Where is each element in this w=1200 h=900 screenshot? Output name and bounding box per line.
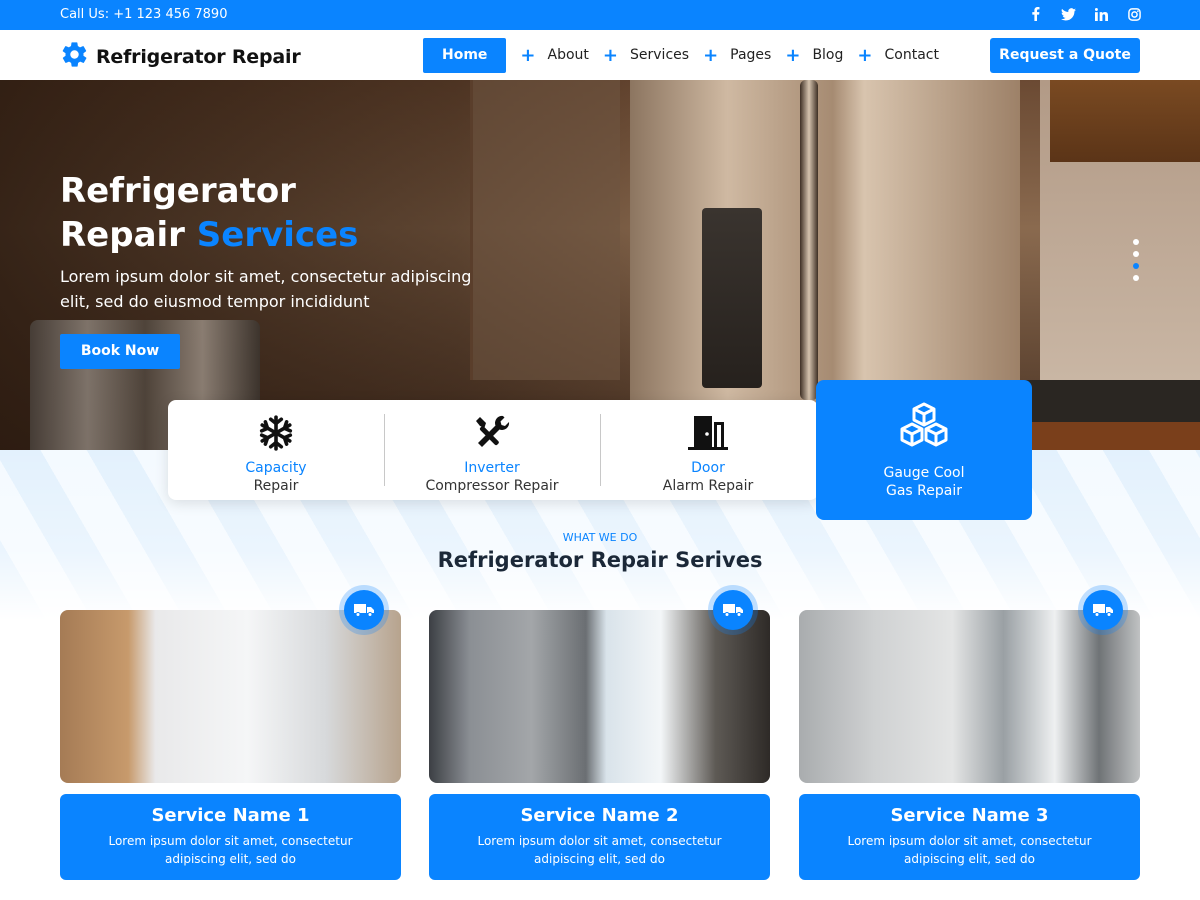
service-image[interactable] — [60, 610, 401, 783]
service-info[interactable]: Service Name 2 Lorem ipsum dolor sit ame… — [429, 794, 770, 880]
feature-line1: Inverter — [464, 460, 520, 476]
tools-icon — [384, 414, 600, 452]
social-links — [1027, 6, 1142, 22]
request-quote-button[interactable]: Request a Quote — [990, 38, 1140, 73]
feature-line1: Door — [691, 460, 725, 476]
feature-line1: Capacity — [245, 460, 307, 476]
service-card: Service Name 3 Lorem ipsum dolor sit ame… — [799, 590, 1140, 880]
nav-blog[interactable]: Blog — [812, 38, 843, 73]
feature-inverter-compressor-repair[interactable]: Inverter Compressor Repair — [384, 400, 600, 500]
brand-name: Refrigerator Repair — [96, 45, 301, 68]
site-logo[interactable]: Refrigerator Repair — [60, 40, 301, 73]
feature-line2: Alarm Repair — [662, 478, 754, 494]
slider-dots — [1133, 239, 1139, 281]
feature-line2: Compressor Repair — [425, 478, 559, 494]
nav-about[interactable]: About — [548, 38, 589, 73]
instagram-icon[interactable] — [1126, 6, 1142, 22]
nav-services[interactable]: Services — [630, 38, 689, 73]
service-description: Lorem ipsum dolor sit amet, consectetur … — [108, 834, 353, 866]
hero-door — [470, 80, 620, 380]
service-info[interactable]: Service Name 3 Lorem ipsum dolor sit ame… — [799, 794, 1140, 880]
door-icon — [600, 414, 816, 452]
service-card: Service Name 2 Lorem ipsum dolor sit ame… — [429, 590, 770, 880]
feature-line2: Repair — [253, 478, 299, 494]
truck-icon[interactable] — [1083, 590, 1123, 630]
hero-title-line1: Refrigerator — [60, 171, 296, 211]
twitter-icon[interactable] — [1060, 6, 1076, 22]
slider-dot[interactable] — [1133, 251, 1139, 257]
feature-line2: Gas Repair — [886, 483, 962, 499]
slider-dot[interactable] — [1133, 263, 1139, 269]
book-now-button[interactable]: Book Now — [60, 334, 180, 369]
service-name: Service Name 2 — [520, 805, 679, 826]
slider-dot[interactable] — [1133, 275, 1139, 281]
feature-capacity-repair[interactable]: Capacity Repair — [168, 400, 384, 500]
hero-title: Refrigerator Repair Services — [60, 169, 358, 257]
truck-icon[interactable] — [344, 590, 384, 630]
feature-line1: Gauge Cool — [883, 465, 965, 481]
hero-subtitle: Lorem ipsum dolor sit amet, consectetur … — [60, 267, 472, 311]
plus-icon: + — [703, 45, 719, 66]
nav-contact[interactable]: Contact — [884, 38, 938, 73]
section-eyebrow: WHAT WE DO — [562, 531, 638, 544]
hero-cabinet — [1050, 80, 1200, 162]
main-nav: Home + About + Services + Pages + Blog +… — [423, 38, 939, 73]
facebook-icon[interactable] — [1027, 6, 1043, 22]
hero-title-line2: Repair — [60, 215, 197, 255]
feature-door-alarm-repair[interactable]: Door Alarm Repair — [600, 400, 816, 500]
hero-fridge-handle — [800, 80, 818, 400]
service-card: Service Name 1 Lorem ipsum dolor sit ame… — [60, 590, 401, 880]
phone-number[interactable]: Call Us: +1 123 456 7890 — [60, 7, 227, 22]
service-description: Lorem ipsum dolor sit amet, consectetur … — [847, 834, 1092, 866]
snowflake-icon — [168, 414, 384, 452]
service-image[interactable] — [429, 610, 770, 783]
plus-icon: + — [785, 45, 801, 66]
nav-home[interactable]: Home — [423, 38, 507, 73]
linkedin-icon[interactable] — [1093, 6, 1109, 22]
service-name: Service Name 3 — [890, 805, 1049, 826]
feature-boxes: Capacity Repair Inverter Compressor Repa… — [168, 400, 818, 500]
site-header: Refrigerator Repair Home + About + Servi… — [0, 30, 1200, 80]
truck-icon[interactable] — [713, 590, 753, 630]
top-bar: Call Us: +1 123 456 7890 — [0, 0, 1200, 30]
nav-pages[interactable]: Pages — [730, 38, 771, 73]
gear-icon — [60, 40, 89, 73]
hero-fridge-dispenser — [702, 208, 762, 388]
service-description: Lorem ipsum dolor sit amet, consectetur … — [477, 834, 722, 866]
hero-drawer — [1020, 422, 1200, 450]
hero-title-accent: Services — [196, 215, 359, 255]
service-image[interactable] — [799, 610, 1140, 783]
service-name: Service Name 1 — [151, 805, 310, 826]
section-title: Refrigerator Repair Serives — [437, 548, 763, 572]
plus-icon: + — [602, 45, 619, 66]
plus-icon: + — [520, 45, 536, 66]
slider-dot[interactable] — [1133, 239, 1139, 245]
cubes-icon — [816, 402, 1032, 452]
plus-icon: + — [857, 45, 873, 66]
service-info[interactable]: Service Name 1 Lorem ipsum dolor sit ame… — [60, 794, 401, 880]
feature-gauge-cool-gas-repair[interactable]: Gauge Cool Gas Repair — [816, 380, 1032, 520]
